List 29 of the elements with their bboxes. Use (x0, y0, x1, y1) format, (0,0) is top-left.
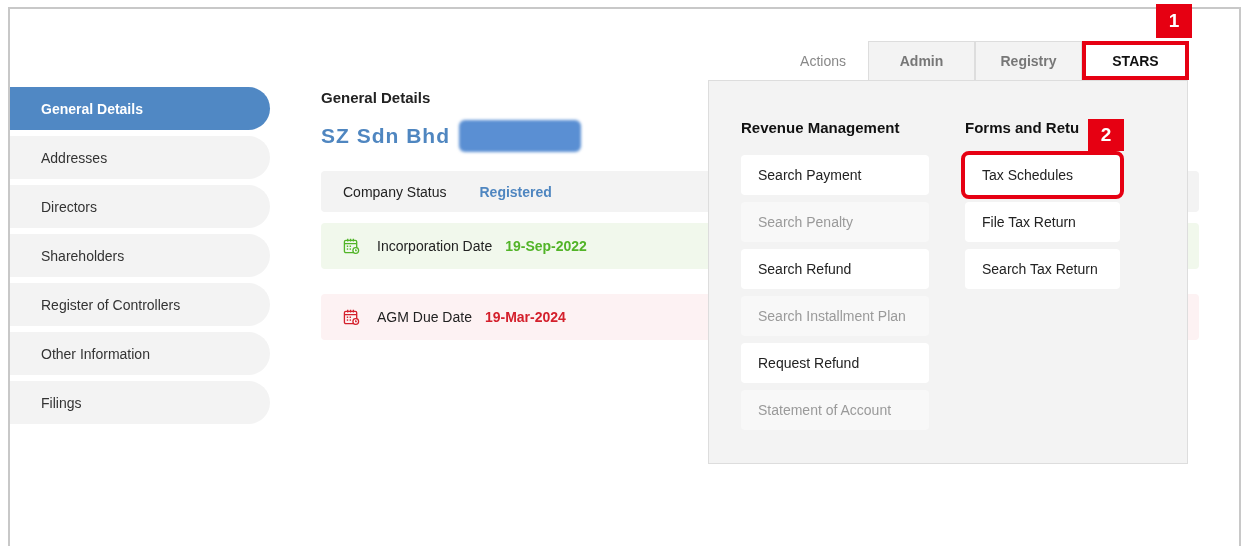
company-name: SZ Sdn Bhd (321, 124, 450, 148)
section-title: General Details (321, 89, 432, 106)
menu-item[interactable]: Request Refund (741, 343, 929, 383)
tab[interactable]: Actions (778, 41, 868, 80)
menu-item[interactable]: File Tax Return (965, 202, 1120, 242)
menu-item[interactable]: Search Refund (741, 249, 929, 289)
date-label: Incorporation Date (377, 238, 493, 254)
sidebar-item[interactable]: Directors (10, 185, 270, 228)
sidebar-item[interactable]: Filings (10, 381, 270, 424)
menu-heading: Revenue Management (741, 119, 900, 136)
date-label: AGM Due Date (377, 309, 472, 325)
calendar-clock-icon (343, 237, 360, 255)
step-number: 1 (1156, 4, 1192, 38)
sidebar-item[interactable]: Register of Controllers (10, 283, 270, 326)
status-label: Company Status (343, 183, 447, 200)
sidebar-item[interactable]: Other Information (10, 332, 270, 375)
menu-item[interactable]: Search Tax Return (965, 249, 1120, 289)
tab[interactable]: Registry (975, 41, 1082, 80)
sidebar-item[interactable]: General Details (10, 87, 270, 130)
sidebar-item[interactable]: Addresses (10, 136, 270, 179)
menu-item[interactable]: Search Payment (741, 155, 929, 195)
status-value: Registered (479, 183, 552, 200)
calendar-clock-icon (343, 308, 360, 326)
menu-heading: Forms and Retu (965, 119, 1080, 136)
step-number: 2 (1088, 119, 1124, 151)
date-value: 19-Sep-2022 (505, 238, 587, 254)
tab[interactable]: Admin (868, 41, 975, 80)
sidebar-item[interactable]: Shareholders (10, 234, 270, 277)
date-value: 19-Mar-2024 (484, 309, 566, 325)
